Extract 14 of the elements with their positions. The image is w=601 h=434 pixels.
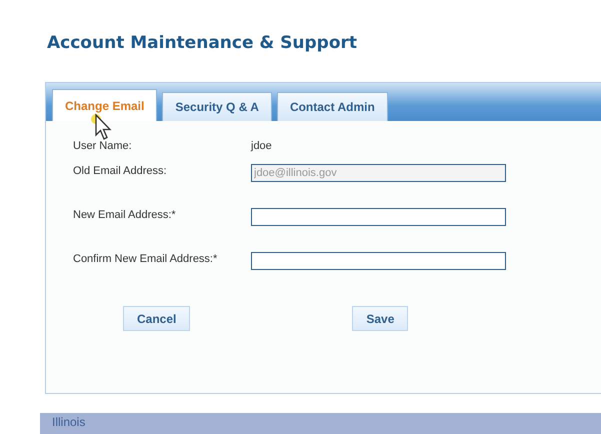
action-button[interactable]: Cancel bbox=[123, 306, 190, 331]
tab[interactable]: Contact Admin bbox=[276, 92, 388, 121]
field-label: Old Email Address: bbox=[73, 164, 168, 177]
field-label: New Email Address:* bbox=[73, 208, 177, 221]
field-label: User Name: bbox=[73, 139, 133, 152]
user-name-value: jdoe bbox=[251, 139, 272, 152]
email-input[interactable] bbox=[251, 208, 506, 226]
field-label: Confirm New Email Address:* bbox=[73, 252, 218, 265]
tab[interactable]: Change Email bbox=[52, 89, 158, 121]
email-input[interactable] bbox=[251, 252, 506, 270]
tab[interactable]: Security Q & A bbox=[162, 92, 272, 121]
footer-text: Illinois bbox=[52, 415, 86, 429]
action-button[interactable]: Save bbox=[352, 306, 408, 331]
page-title: Account Maintenance & Support bbox=[47, 33, 358, 53]
